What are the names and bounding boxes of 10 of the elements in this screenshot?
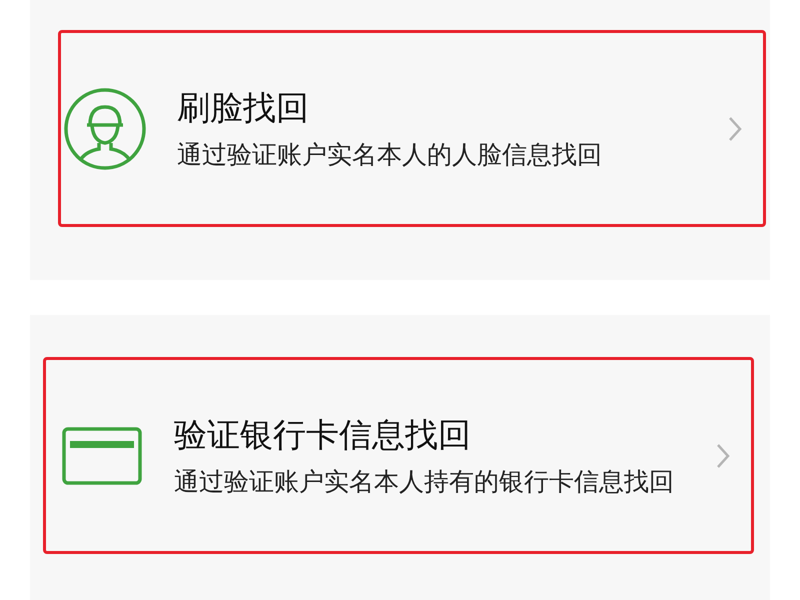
- option-title: 验证银行卡信息找回: [174, 414, 472, 456]
- option-row[interactable]: 刷脸找回 通过验证账户实名本人的人脸信息找回: [58, 30, 766, 227]
- option-row[interactable]: 验证银行卡信息找回 通过验证账户实名本人持有的银行卡信息找回: [43, 357, 754, 554]
- chevron-right-icon: [715, 442, 731, 470]
- bank-card-icon: [62, 426, 142, 484]
- option-title: 刷脸找回: [177, 86, 310, 128]
- option-description: 通过验证账户实名本人持有的银行卡信息找回: [174, 466, 675, 498]
- face-icon: [63, 86, 147, 170]
- option-description: 通过验证账户实名本人的人脸信息找回: [177, 138, 603, 170]
- chevron-right-icon: [727, 114, 743, 142]
